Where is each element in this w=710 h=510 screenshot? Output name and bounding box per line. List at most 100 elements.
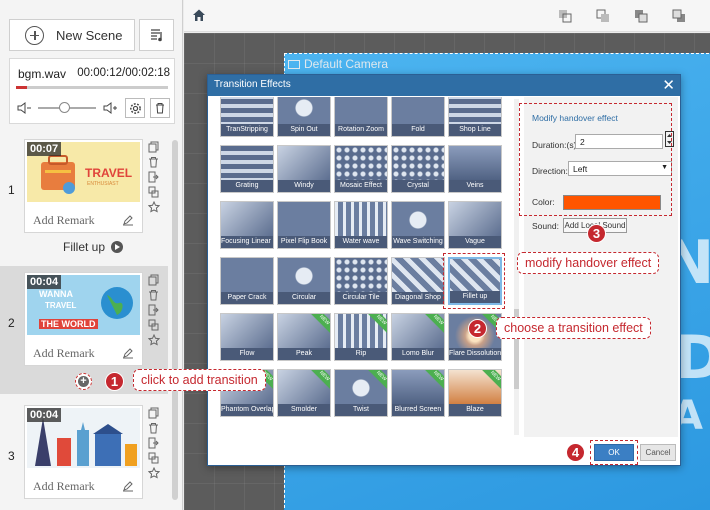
trash-icon[interactable]: [148, 156, 160, 168]
effect-preview: [392, 146, 444, 182]
effect-preview: [278, 258, 330, 294]
effect-tile[interactable]: Blaze NEW: [448, 369, 502, 417]
effect-tile[interactable]: Blurred Screen NEW: [391, 369, 445, 417]
effect-tile[interactable]: Flow: [220, 313, 274, 361]
volume-down-icon[interactable]: [14, 99, 34, 117]
effect-tile[interactable]: Grating: [220, 145, 274, 193]
thumb-subtitle: ENTHUSIAST: [87, 181, 119, 187]
send-to-back-icon[interactable]: [672, 9, 686, 23]
pencil-icon[interactable]: [122, 347, 134, 359]
scene-thumbnail: TRAVEL ENTHUSIAST 00:07: [27, 142, 140, 202]
add-transition-button[interactable]: [75, 373, 92, 390]
effect-label: Rip: [335, 348, 387, 360]
effect-tile[interactable]: Rotation Zoom: [334, 97, 388, 137]
effect-tile[interactable]: Rip NEW: [334, 313, 388, 361]
scene-actions: [147, 407, 161, 479]
scene-duration: 00:07: [27, 142, 62, 156]
effect-tile[interactable]: Pixel Flip Book: [277, 201, 331, 249]
settings-button[interactable]: [125, 98, 145, 118]
effect-preview: [278, 97, 330, 126]
volume-slider-handle[interactable]: [59, 102, 71, 113]
cancel-button[interactable]: Cancel: [640, 444, 676, 461]
effect-tile[interactable]: Focusing Linear Blur: [220, 201, 274, 249]
effect-tile[interactable]: Windy: [277, 145, 331, 193]
close-icon[interactable]: ✕: [662, 76, 675, 94]
volume-up-icon[interactable]: [100, 99, 120, 117]
effect-tile[interactable]: Veins: [448, 145, 502, 193]
effect-tile[interactable]: Wave Switching: [391, 201, 445, 249]
effect-tile[interactable]: Circular Tile: [334, 257, 388, 305]
copy-icon[interactable]: [148, 407, 160, 419]
pencil-icon[interactable]: [122, 480, 134, 492]
star-icon[interactable]: [147, 333, 161, 346]
effect-tile[interactable]: Diagonal Shop: [391, 257, 445, 305]
send-backward-icon[interactable]: [596, 9, 610, 23]
effect-tile[interactable]: Spin Out: [277, 97, 331, 137]
effect-label: Circular Tile: [335, 292, 387, 304]
effect-label: Vague: [449, 236, 501, 248]
effect-tile[interactable]: Fold: [391, 97, 445, 137]
bring-to-front-icon[interactable]: [634, 9, 648, 23]
scene-transition[interactable]: Fillet up: [63, 240, 124, 254]
export-icon[interactable]: [148, 171, 160, 183]
step-badge-3: 3: [587, 224, 606, 243]
callout-modify-effect: modify handover effect: [517, 252, 660, 274]
copy-icon[interactable]: [148, 141, 160, 153]
effect-tile[interactable]: Twist NEW: [334, 369, 388, 417]
effect-label: Spin Out: [278, 124, 330, 136]
duplicate-icon[interactable]: [148, 452, 160, 464]
star-icon[interactable]: [147, 466, 161, 479]
effect-tile[interactable]: Water wave: [334, 201, 388, 249]
effect-preview: [449, 97, 501, 126]
effect-tile[interactable]: Crystal: [391, 145, 445, 193]
effect-label: Phantom Overlap: [221, 404, 273, 416]
duplicate-icon[interactable]: [148, 186, 160, 198]
thumb-subtitle: TRAVEL: [45, 301, 77, 310]
effect-tile[interactable]: Shop Line: [448, 97, 502, 137]
effect-tile[interactable]: Smolder NEW: [277, 369, 331, 417]
music-list-button[interactable]: [139, 19, 174, 51]
scene-card-3[interactable]: 00:04 Add Remark: [24, 405, 143, 499]
add-remark[interactable]: Add Remark: [33, 346, 95, 361]
effect-tile[interactable]: Circular: [277, 257, 331, 305]
scene-thumbnail: WANNA TRAVEL THE WORLD 00:04: [27, 275, 140, 335]
dialog-title-bar: Transition Effects ✕: [208, 75, 680, 96]
effect-label: Wave Switching: [392, 236, 444, 248]
pencil-icon[interactable]: [122, 214, 134, 226]
home-icon[interactable]: [192, 8, 206, 22]
add-remark[interactable]: Add Remark: [33, 213, 95, 228]
effect-tile[interactable]: Lomo Blur NEW: [391, 313, 445, 361]
effect-tile[interactable]: Vague: [448, 201, 502, 249]
scene-number: 1: [8, 183, 15, 197]
effect-label: Fold: [392, 124, 444, 136]
scene-card-2[interactable]: WANNA TRAVEL THE WORLD 00:04 Add Remark: [24, 272, 143, 366]
effect-tile[interactable]: Peak NEW: [277, 313, 331, 361]
add-remark[interactable]: Add Remark: [33, 479, 95, 494]
bgm-player: bgm.wav 00:00:12/00:02:18: [9, 58, 175, 124]
export-icon[interactable]: [148, 304, 160, 316]
effect-tile[interactable]: Mosaic Effect: [334, 145, 388, 193]
effect-tile[interactable]: Paper Crack: [220, 257, 274, 305]
effect-label: Rotation Zoom: [335, 124, 387, 136]
export-icon[interactable]: [148, 437, 160, 449]
effect-tile[interactable]: TranStripping: [220, 97, 274, 137]
bring-forward-icon[interactable]: [558, 9, 572, 23]
star-icon[interactable]: [147, 200, 161, 213]
scene-number: 2: [8, 316, 15, 330]
new-scene-button[interactable]: New Scene: [9, 19, 135, 51]
bgm-time: 00:00:12/00:02:18: [77, 67, 170, 79]
volume-slider[interactable]: [38, 102, 96, 113]
trash-icon[interactable]: [148, 289, 160, 301]
delete-bgm-button[interactable]: [150, 98, 170, 118]
scene-list-scrollbar[interactable]: [172, 140, 178, 500]
duplicate-icon[interactable]: [148, 319, 160, 331]
play-icon[interactable]: [111, 241, 124, 253]
new-scene-label: New Scene: [56, 27, 123, 43]
bgm-progress-bar[interactable]: [16, 86, 168, 89]
scene-duration: 00:04: [27, 275, 62, 289]
effect-preview: [392, 258, 444, 294]
copy-icon[interactable]: [148, 274, 160, 286]
effect-label: Blaze: [449, 404, 501, 416]
scene-card-1[interactable]: TRAVEL ENTHUSIAST 00:07 Add Remark: [24, 139, 143, 233]
trash-icon[interactable]: [148, 422, 160, 434]
